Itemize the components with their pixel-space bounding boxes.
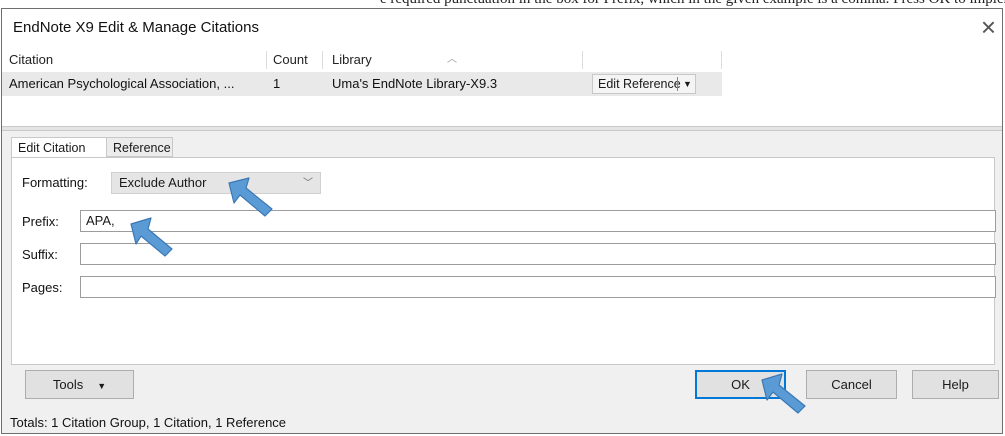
pages-field[interactable] (80, 276, 996, 298)
tab-edit-citation[interactable]: Edit Citation (11, 137, 107, 158)
edit-reference-button[interactable]: Edit Reference ▼ (592, 74, 696, 94)
status-bar: Totals: 1 Citation Group, 1 Citation, 1 … (10, 415, 287, 430)
edit-reference-label: Edit Reference (598, 77, 681, 91)
window-title: EndNote X9 Edit & Manage Citations (13, 19, 259, 36)
column-header-count[interactable]: Count (273, 49, 308, 71)
suffix-field[interactable] (80, 243, 996, 265)
tools-label: Tools (52, 377, 84, 392)
library-cell[interactable]: Uma's EndNote Library-X9.3 (332, 76, 497, 91)
column-divider[interactable] (322, 51, 323, 69)
split-divider (677, 77, 678, 91)
citations-table: Citation Count Library ︿ American Psycho… (2, 49, 1002, 126)
column-header-citation[interactable]: Citation (9, 49, 53, 71)
tab-reference[interactable]: Reference (107, 137, 173, 157)
column-divider[interactable] (721, 51, 722, 69)
formatting-value: Exclude Author (119, 175, 207, 190)
help-button[interactable]: Help (912, 370, 999, 399)
pane-splitter[interactable] (2, 126, 1002, 131)
ok-button[interactable]: OK (695, 370, 786, 399)
title-bar: EndNote X9 Edit & Manage Citations × (2, 9, 1002, 49)
chevron-down-icon: ﹀ (303, 178, 313, 189)
close-icon[interactable]: × (981, 12, 996, 42)
formatting-select[interactable]: Exclude Author ﹀ (111, 172, 321, 194)
sort-caret-icon: ︿ (447, 54, 457, 65)
cropped-top-text: e required punctuation in the box for Pr… (0, 0, 1005, 6)
column-divider[interactable] (266, 51, 267, 69)
pages-label: Pages: (22, 280, 63, 295)
chevron-down-icon[interactable]: ▼ (683, 75, 692, 93)
chevron-down-icon: ▼ (97, 381, 107, 391)
column-divider[interactable] (582, 51, 583, 69)
formatting-label: Formatting: (22, 175, 88, 190)
count-cell[interactable]: 1 (273, 76, 280, 91)
edit-manage-citations-dialog: EndNote X9 Edit & Manage Citations × Cit… (1, 8, 1003, 434)
tools-button[interactable]: Tools ▼ (25, 370, 134, 399)
citation-cell[interactable]: American Psychological Association, ... (9, 76, 234, 91)
suffix-label: Suffix: (22, 247, 58, 262)
cancel-button[interactable]: Cancel (806, 370, 897, 399)
column-header-library[interactable]: Library (332, 49, 372, 71)
prefix-field[interactable]: APA, (80, 210, 996, 232)
prefix-label: Prefix: (22, 214, 59, 229)
